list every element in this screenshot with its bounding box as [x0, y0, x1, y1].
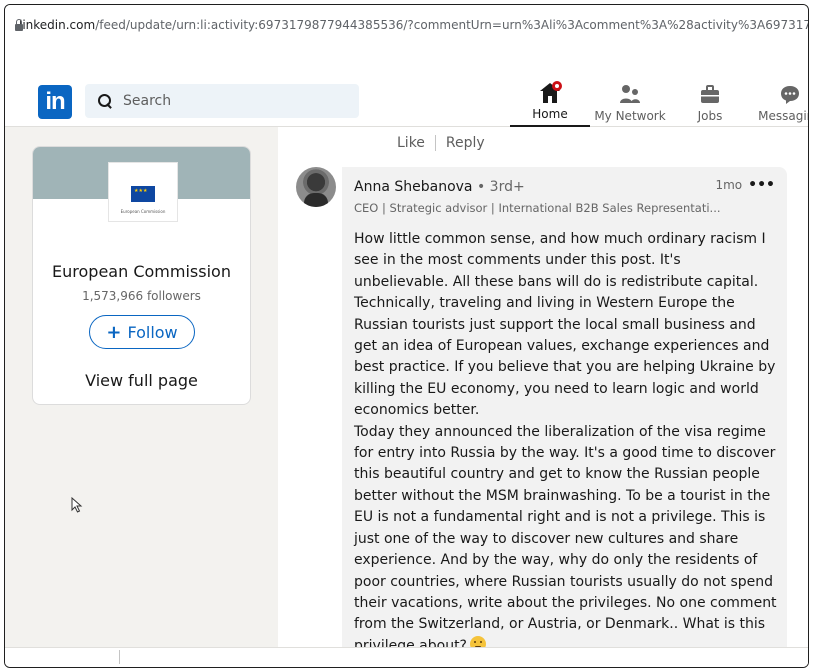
bookmarks-bar [5, 45, 808, 75]
like-button[interactable]: Like [397, 135, 425, 151]
nav-jobs-label: Jobs [697, 109, 723, 123]
bottom-bar [5, 647, 808, 667]
connection-degree: • 3rd+ [476, 179, 525, 195]
nav-messaging[interactable]: Messaging [750, 75, 808, 127]
primary-nav: Home My Network Jobs Messaging [510, 75, 808, 127]
more-options-icon[interactable]: ••• [748, 177, 775, 193]
comment-actions: Like Reply [397, 135, 485, 151]
mouse-cursor-icon [71, 497, 83, 513]
divider [119, 650, 120, 664]
author-headline: CEO | Strategic advisor | International … [354, 201, 721, 215]
nav-home-label: Home [532, 107, 568, 121]
comment-text: How little common sense, and how much or… [354, 229, 779, 657]
comment-thread: Like Reply Anna Shebanova • 3rd+ 1mo •••… [278, 127, 808, 667]
comment-paragraph-text: Today they announced the liberalization … [354, 423, 777, 654]
comment-bubble: Anna Shebanova • 3rd+ 1mo ••• CEO | Stra… [342, 167, 787, 667]
search-placeholder: Search [123, 93, 172, 109]
author-name[interactable]: Anna Shebanova [354, 179, 473, 195]
org-logo[interactable]: European Commission [108, 162, 178, 222]
url-path: /feed/update/urn:li:activity:69731798779… [95, 18, 808, 32]
divider [434, 135, 436, 151]
linkedin-logo[interactable]: in [38, 85, 72, 119]
follow-button[interactable]: + Follow [89, 315, 195, 349]
view-full-page-link[interactable]: View full page [33, 371, 250, 390]
eu-flag-icon [131, 186, 155, 202]
address-bar[interactable]: linkedin.com/feed/update/urn:li:activity… [5, 5, 808, 45]
org-followers: 1,573,966 followers [82, 289, 201, 303]
nav-messaging-label: Messaging [758, 109, 808, 123]
follow-label: Follow [127, 322, 178, 342]
reply-button[interactable]: Reply [446, 135, 485, 151]
comment-paragraph-last: Today they announced the liberalization … [354, 422, 779, 657]
url-host: linkedin.com [19, 18, 96, 32]
network-icon [618, 83, 642, 107]
linkedin-header: in Search Home My Network Jobs Messagi [5, 75, 808, 127]
search-input[interactable]: Search [85, 84, 359, 118]
nav-my-network[interactable]: My Network [590, 75, 670, 127]
search-icon [97, 93, 113, 109]
nav-jobs[interactable]: Jobs [670, 75, 750, 127]
comment-meta: 1mo ••• [715, 177, 775, 193]
briefcase-icon [698, 83, 722, 107]
nav-home[interactable]: Home [510, 75, 590, 127]
browser-window: linkedin.com/feed/update/urn:li:activity… [4, 4, 809, 668]
org-logo-caption: European Commission [120, 209, 166, 214]
plus-icon: + [106, 321, 122, 343]
home-icon [538, 81, 562, 105]
comment-author[interactable]: Anna Shebanova • 3rd+ [354, 179, 525, 195]
comment-time: 1mo [715, 178, 743, 192]
org-name[interactable]: European Commission [33, 262, 250, 281]
avatar[interactable] [296, 167, 336, 207]
org-card: European Commission European Commission … [32, 146, 251, 405]
comment-paragraph: How little common sense, and how much or… [354, 231, 776, 419]
chat-icon [778, 83, 802, 107]
nav-my-network-label: My Network [594, 109, 666, 123]
